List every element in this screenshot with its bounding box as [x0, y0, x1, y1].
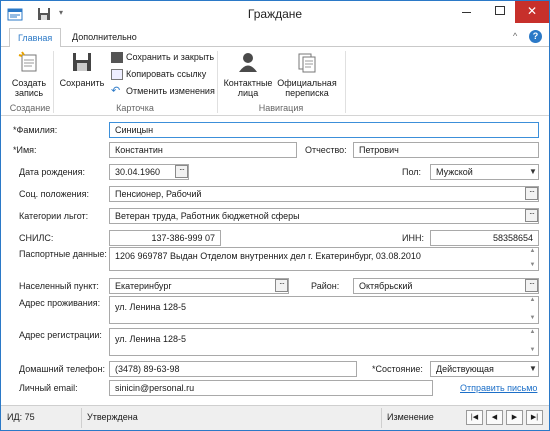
- email-field[interactable]: sinicin@personal.ru: [109, 380, 433, 396]
- record-id: ИД: 75: [7, 412, 35, 422]
- residence-label: Адрес проживания:: [19, 298, 101, 308]
- copy-link-button[interactable]: Копировать ссылку: [111, 68, 206, 81]
- help-icon[interactable]: ?: [529, 30, 542, 43]
- birth-picker-button[interactable]: ···: [175, 165, 188, 178]
- inn-label: ИНН:: [402, 233, 424, 243]
- benefits-label: Категории льгот:: [19, 211, 89, 221]
- ribbon: Создать запись Сохранить Сохранить и зак…: [1, 47, 549, 116]
- save-close-icon: [111, 52, 123, 64]
- registration-field[interactable]: ул. Ленина 128-5: [109, 328, 539, 356]
- passport-label: Паспортные данные:: [19, 249, 107, 259]
- next-record-button[interactable]: ▶: [506, 410, 523, 425]
- patronymic-label: Отчество:: [305, 145, 347, 155]
- district-field[interactable]: Октябрьский: [353, 278, 539, 294]
- maximize-button[interactable]: [483, 1, 517, 23]
- phone-label: Домашний телефон:: [19, 364, 106, 374]
- scroll-up-icon[interactable]: ▲: [528, 248, 537, 254]
- undo-icon: ↶: [111, 85, 121, 98]
- group-card-label: Карточка: [116, 103, 154, 113]
- contacts-icon: [239, 53, 257, 72]
- registration-label: Адрес регистрации:: [19, 330, 102, 340]
- ribbon-tabs: Главная Дополнительно ^ ?: [1, 28, 549, 48]
- state-label: *Состояние:: [372, 364, 423, 374]
- benefits-field[interactable]: Ветеран труда, Работник бюджетной сферы: [109, 208, 539, 224]
- create-record-label: Создать запись: [11, 78, 47, 98]
- residence-field[interactable]: ул. Ленина 128-5: [109, 296, 539, 324]
- create-record-icon: [18, 51, 37, 72]
- save-icon: [73, 53, 91, 71]
- save-label: Сохранить: [59, 78, 105, 88]
- send-mail-link[interactable]: Отправить письмо: [460, 383, 537, 393]
- social-picker-button[interactable]: ···: [525, 187, 538, 200]
- window: ▾ Граждане ✕ Главная Дополнительно ^ ? С…: [0, 0, 550, 431]
- status-bar: ИД: 75 Утверждена Изменение |◀ ◀ ▶ ▶|: [1, 405, 549, 430]
- name-label: *Имя:: [13, 145, 37, 155]
- group-create-label: Создание: [9, 103, 51, 113]
- phone-field[interactable]: (3478) 89-63-98: [109, 361, 357, 377]
- first-record-button[interactable]: |◀: [466, 410, 483, 425]
- social-label: Соц. положения:: [19, 189, 89, 199]
- collapse-ribbon-icon[interactable]: ^: [513, 31, 517, 41]
- benefits-picker-button[interactable]: ···: [525, 209, 538, 222]
- prev-record-button[interactable]: ◀: [486, 410, 503, 425]
- official-correspondence-label: Официальная переписка: [277, 78, 337, 98]
- close-button[interactable]: ✕: [515, 1, 549, 23]
- approval-status: Утверждена: [87, 412, 138, 422]
- social-field[interactable]: Пенсионер, Рабочий: [109, 186, 539, 202]
- gender-label: Пол:: [402, 167, 422, 177]
- district-picker-button[interactable]: ···: [525, 279, 538, 292]
- copy-link-label: Копировать ссылку: [126, 69, 207, 79]
- status-separator: [81, 408, 82, 428]
- official-correspondence-button[interactable]: Официальная переписка: [275, 51, 339, 98]
- scroll-up-icon[interactable]: ▲: [528, 297, 537, 303]
- snils-label: СНИЛС:: [19, 233, 54, 243]
- scroll-up-icon[interactable]: ▲: [528, 329, 537, 335]
- group-navigation-label: Навигация: [258, 103, 304, 113]
- contacts-button[interactable]: Контактные лица: [222, 51, 274, 98]
- save-close-button[interactable]: Сохранить и закрыть: [111, 51, 214, 64]
- scroll-down-icon[interactable]: ▼: [528, 315, 537, 321]
- inn-field[interactable]: 58358654: [430, 230, 539, 246]
- email-label: Личный email:: [19, 383, 78, 393]
- edit-mode: Изменение: [387, 412, 434, 422]
- status-separator: [381, 408, 382, 428]
- scroll-down-icon[interactable]: ▼: [528, 347, 537, 353]
- create-record-button[interactable]: Создать запись: [11, 51, 47, 98]
- ribbon-separator: [345, 51, 346, 113]
- save-close-label: Сохранить и закрыть: [126, 52, 215, 62]
- name-field[interactable]: Константин: [109, 142, 297, 158]
- birth-label: Дата рождения:: [19, 167, 85, 177]
- city-field[interactable]: Екатеринбург: [109, 278, 289, 294]
- close-icon: ✕: [527, 4, 538, 18]
- contacts-label: Контактные лица: [223, 78, 273, 98]
- city-picker-button[interactable]: ···: [275, 279, 288, 292]
- state-select[interactable]: Действующая: [430, 361, 539, 377]
- state-dropdown-icon[interactable]: ▼: [529, 364, 537, 373]
- patronymic-field[interactable]: Петрович: [353, 142, 539, 158]
- tab-main[interactable]: Главная: [9, 28, 62, 48]
- scroll-down-icon[interactable]: ▼: [528, 262, 537, 268]
- city-label: Населенный пункт:: [19, 281, 99, 291]
- undo-button[interactable]: ↶ Отменить изменения: [111, 85, 215, 98]
- snils-field[interactable]: 137-386-999 07: [109, 230, 221, 246]
- save-button[interactable]: Сохранить: [58, 51, 106, 88]
- last-record-button[interactable]: ▶|: [526, 410, 543, 425]
- surname-field[interactable]: Синицын: [109, 122, 539, 138]
- passport-field[interactable]: 1206 969787 Выдан Отделом внутренних дел…: [109, 247, 539, 271]
- correspondence-icon: [298, 53, 316, 73]
- gender-dropdown-icon[interactable]: ▼: [529, 167, 537, 176]
- copy-link-icon: [111, 69, 123, 81]
- surname-label: *Фамилия:: [13, 125, 58, 135]
- undo-label: Отменить изменения: [126, 86, 215, 96]
- tab-additional[interactable]: Дополнительно: [64, 28, 145, 47]
- minimize-button[interactable]: [449, 1, 483, 23]
- district-label: Район:: [311, 281, 340, 291]
- title-bar: ▾ Граждане ✕: [1, 1, 549, 28]
- gender-select[interactable]: Мужской: [430, 164, 539, 180]
